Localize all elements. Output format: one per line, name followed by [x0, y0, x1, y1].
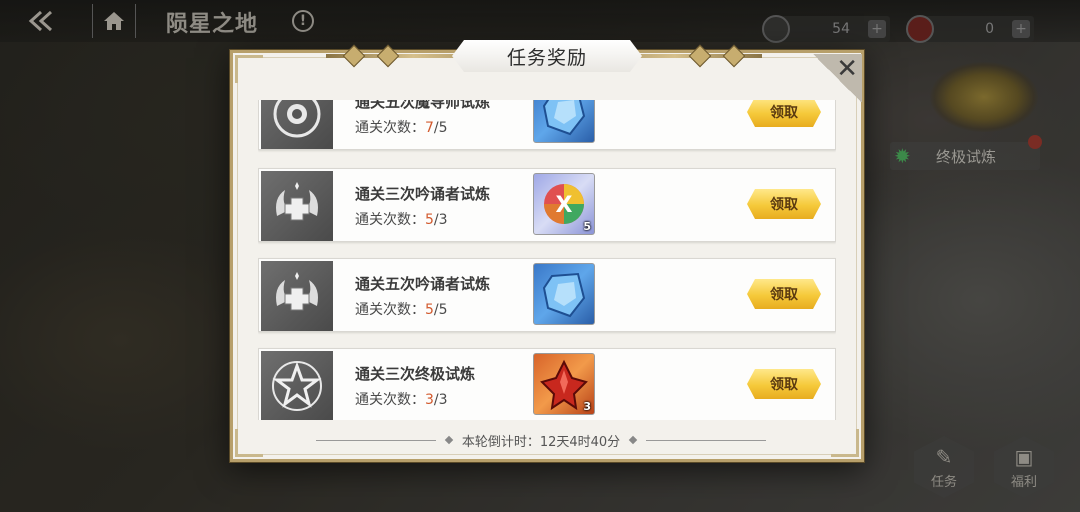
- task-progress: 通关次数：3/3: [355, 392, 448, 408]
- corner-ornament: [235, 55, 263, 83]
- home-button[interactable]: [92, 4, 136, 38]
- task-progress: 通关次数：5/5: [355, 302, 448, 318]
- round-countdown: 本轮倒计时：12天4时40分: [310, 430, 772, 450]
- reward-quantity: 5: [583, 220, 591, 233]
- gem-icon: [762, 15, 790, 43]
- gift-icon: ▣: [1014, 445, 1034, 469]
- task-name: 通关五次魔导师试炼: [355, 100, 491, 111]
- claim-button[interactable]: 领取: [747, 279, 821, 309]
- currency-gem: 54 +: [762, 15, 890, 43]
- page-title: 陨星之地: [166, 11, 259, 37]
- currency-gem-value: 54: [832, 21, 850, 37]
- claim-button[interactable]: 领取: [747, 369, 821, 399]
- task-name: 通关五次吟诵者试炼: [355, 275, 491, 293]
- diamond-ornament: [376, 44, 400, 68]
- task-row: 通关三次终极试炼 通关次数：3/3 3 领取: [258, 348, 836, 420]
- task-list[interactable]: 通关五次魔导师试炼 通关次数：7/5 领取 通关三次吟诵者试炼 通关次数：5/3: [258, 100, 836, 420]
- claim-button[interactable]: 领取: [747, 189, 821, 219]
- diamond-ornament: [722, 44, 746, 68]
- task-progress: 通关次数：7/5: [355, 120, 448, 136]
- add-crystal-button[interactable]: +: [1012, 20, 1030, 38]
- portal-ring[interactable]: [930, 62, 1038, 132]
- info-icon[interactable]: !: [292, 10, 314, 32]
- diamond-ornament: [342, 44, 366, 68]
- back-arrow-icon: [28, 10, 53, 32]
- currency-crystal: 0 +: [906, 15, 1034, 43]
- countdown-text: 本轮倒计时：12天4时40分: [461, 434, 621, 450]
- add-gem-button[interactable]: +: [868, 20, 886, 38]
- reward-quantity: 3: [583, 400, 591, 413]
- corner-ornament: [831, 429, 859, 457]
- home-icon: [104, 12, 124, 30]
- close-button[interactable]: ✕: [812, 54, 862, 102]
- crystal-icon: [906, 15, 934, 43]
- chanter-trial-icon: [261, 261, 333, 331]
- chanter-trial-icon: [261, 171, 333, 241]
- task-row: 通关五次吟诵者试炼 通关次数：5/5 领取: [258, 258, 836, 332]
- top-bar: 陨星之地 ! 54 + 0 +: [0, 0, 1080, 43]
- modal-title: 任务奖励: [452, 40, 642, 72]
- ultimate-trial-label: 终极试炼: [936, 148, 997, 166]
- blue-crystal-icon: [542, 100, 586, 136]
- close-icon: ✕: [836, 54, 858, 84]
- book-icon: ✎: [935, 445, 953, 469]
- reward-rainbow-orb[interactable]: X 5: [533, 173, 595, 235]
- notification-dot: [1028, 135, 1042, 149]
- mage-trial-icon: [261, 100, 333, 149]
- claim-button[interactable]: 领取: [747, 100, 821, 127]
- task-button-label: 任务: [930, 475, 957, 490]
- svg-text:X: X: [556, 193, 573, 218]
- back-button[interactable]: [18, 6, 70, 36]
- reward-red-crystal[interactable]: 3: [533, 353, 595, 415]
- currency-crystal-value: 0: [985, 21, 994, 37]
- blue-crystal-icon: [542, 272, 586, 318]
- task-name: 通关三次终极试炼: [355, 365, 476, 383]
- ultimate-trial-entry[interactable]: ✹ 终极试炼: [890, 142, 1040, 170]
- task-row: 通关三次吟诵者试炼 通关次数：5/3 X 5 领取: [258, 168, 836, 242]
- task-row: 通关五次魔导师试炼 通关次数：7/5 领取: [258, 100, 836, 150]
- star-trial-icon: [261, 351, 333, 420]
- task-name: 通关三次吟诵者试炼: [355, 185, 491, 203]
- welfare-button-label: 福利: [1010, 475, 1037, 490]
- task-progress: 通关次数：5/3: [355, 212, 448, 228]
- diamond-ornament: [688, 44, 712, 68]
- reward-blue-crystal[interactable]: [533, 100, 595, 143]
- reward-blue-crystal[interactable]: [533, 263, 595, 325]
- gear-icon: ✹: [894, 144, 911, 168]
- corner-ornament: [235, 429, 263, 457]
